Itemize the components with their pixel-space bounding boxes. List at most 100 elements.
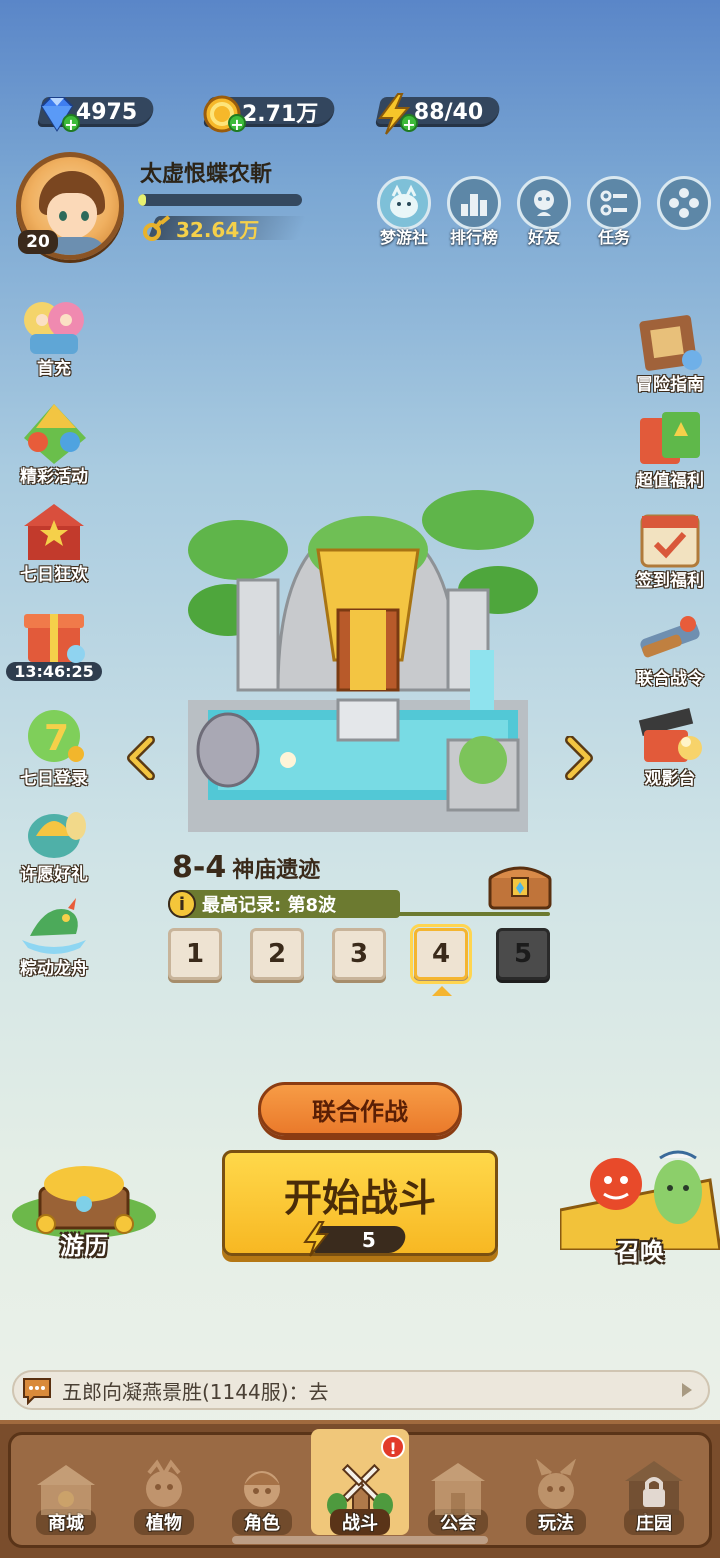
nav-manor[interactable]: 庄园 [605, 1439, 703, 1535]
temple-stage-illustration[interactable] [178, 460, 538, 840]
top-nav-label: 好友 [527, 228, 560, 247]
combat-power: 32.64万 [142, 214, 307, 242]
stage-name: 神庙遗迹 [232, 858, 321, 883]
energy-cost: 5 [303, 1221, 408, 1257]
ranking-icon [461, 194, 487, 216]
nav-gameplay[interactable]: 玩法 [507, 1439, 605, 1535]
stage-title: 8-4 神庙遗迹 [172, 850, 320, 885]
prev-stage-icon[interactable] [124, 736, 158, 780]
shop-icon [37, 1465, 95, 1515]
seven-day-login-icon: 7 [28, 710, 84, 762]
chat-bubble-icon [23, 1378, 51, 1405]
side-seven-day-carnival[interactable]: 七日狂欢 [8, 496, 100, 585]
add-diamond-icon[interactable]: + [62, 114, 80, 134]
nav-battle[interactable]: ! 战斗 [311, 1429, 409, 1535]
side-dragon-boat[interactable]: 粽动龙舟 [8, 890, 100, 979]
side-first-recharge[interactable]: 首充 [8, 290, 100, 379]
character-icon [244, 1471, 280, 1507]
nav-plants[interactable]: 植物 [115, 1439, 213, 1535]
start-battle-label: 开始战斗 [283, 1176, 436, 1220]
adventure-guide-icon [639, 315, 702, 371]
plants-icon [146, 1459, 182, 1507]
chat-bar[interactable]: 五郎向凝燕景胜(1144服)：去 [12, 1370, 710, 1410]
sign-in-icon [640, 514, 700, 568]
nav-guild[interactable]: 公会 [409, 1439, 507, 1535]
selected-wave-indicator [432, 986, 452, 996]
side-sign-in[interactable]: 签到福利 [624, 502, 716, 591]
guild-icon [431, 1463, 485, 1515]
player-name: 太虚恨蝶农斬 [140, 162, 273, 187]
wave-button-3[interactable]: 3 [332, 928, 386, 980]
wave-selector: 1 2 3 4 5 [168, 924, 550, 984]
chat-expand-icon[interactable] [682, 1383, 692, 1397]
treasure-chest-icon[interactable] [486, 858, 554, 910]
best-record: i 最高记录: 第8波 [168, 890, 400, 918]
nav-shop[interactable]: 商城 [17, 1439, 115, 1535]
record-text: 最高记录: 第8波 [202, 895, 336, 916]
side-adventure-guide[interactable]: 冒险指南 [624, 306, 716, 395]
wave-button-5[interactable]: 5 [496, 928, 550, 980]
side-activities[interactable]: 精彩活动 [8, 398, 100, 487]
svg-text:7: 7 [44, 718, 69, 759]
gold-amount: 2.71万 [242, 102, 319, 127]
player-level: 20 [18, 230, 58, 254]
wave-button-1[interactable]: 1 [168, 928, 222, 980]
notification-badge: ! [381, 1435, 405, 1459]
energy-cost-value: 5 [362, 1227, 376, 1252]
top-nav: 梦游社 排行榜 好友 任务 [374, 176, 714, 248]
top-nav-dream-club[interactable]: 梦游社 [374, 176, 434, 248]
gameplay-icon [536, 1459, 576, 1509]
first-recharge-icon [24, 302, 84, 354]
dragon-boat-icon [22, 898, 86, 954]
activities-icon [24, 404, 86, 464]
wave-button-2[interactable]: 2 [250, 928, 304, 980]
lightning-icon [303, 1221, 330, 1257]
key-icon [143, 215, 171, 241]
side-timed-gift[interactable]: 13:46:25 [6, 598, 102, 681]
energy-amount: 88/40 [414, 99, 484, 125]
travel-label: 游历 [60, 1232, 108, 1260]
travel-button[interactable]: 游历 [6, 1154, 162, 1261]
top-nav-friends[interactable]: 好友 [514, 176, 574, 248]
more-icon [669, 188, 699, 218]
top-nav-label: 任务 [597, 228, 630, 247]
add-gold-icon[interactable]: + [228, 114, 246, 134]
friends-icon [534, 190, 554, 216]
coop-battle-button[interactable]: 联合作战 [258, 1082, 462, 1136]
side-cinema[interactable]: 观影台 [624, 700, 716, 789]
next-stage-icon[interactable] [562, 736, 596, 780]
top-nav-label: 排行榜 [449, 228, 498, 247]
top-nav-label: 梦游社 [379, 228, 428, 247]
xp-bar [138, 194, 302, 206]
power-value: 32.64万 [176, 217, 260, 242]
cinema-icon [638, 707, 702, 762]
top-nav-tasks[interactable]: 任务 [584, 176, 644, 248]
mascot-icon [390, 184, 418, 218]
battle-pass-icon [640, 616, 700, 658]
stage-number: 8-4 [172, 850, 227, 885]
nav-character[interactable]: 角色 [213, 1439, 311, 1535]
side-value-welfare[interactable]: 超值福利 [624, 402, 716, 491]
top-nav-more[interactable] [654, 176, 714, 248]
nav-label: 战斗 [330, 1509, 390, 1535]
add-energy-icon[interactable]: + [400, 114, 418, 134]
gold-counter[interactable]: + 2.71万 [202, 92, 338, 134]
side-battle-pass[interactable]: 联合战令 [624, 600, 716, 689]
top-nav-ranking[interactable]: 排行榜 [444, 176, 504, 248]
wave-button-4[interactable]: 4 [410, 924, 472, 984]
side-seven-day-login[interactable]: 7 七日登录 [8, 700, 100, 789]
side-wish-gift[interactable]: 许愿好礼 [8, 796, 100, 885]
diamond-counter[interactable]: + 4975 [36, 92, 157, 134]
start-battle-button[interactable]: 开始战斗 5 [222, 1150, 498, 1257]
chat-message: 五郎向凝燕景胜(1144服)：去 [62, 1379, 329, 1404]
info-icon: i [168, 890, 196, 918]
tasks-icon [600, 190, 627, 216]
gift-box-icon [24, 614, 85, 663]
lock-icon [625, 1461, 683, 1515]
summon-button[interactable]: 召唤 [560, 1140, 720, 1267]
energy-counter[interactable]: + 88/40 [374, 92, 503, 135]
diamond-amount: 4975 [76, 99, 138, 125]
record-divider [396, 912, 550, 916]
seven-day-carnival-icon [24, 504, 84, 560]
value-welfare-icon [640, 412, 700, 464]
